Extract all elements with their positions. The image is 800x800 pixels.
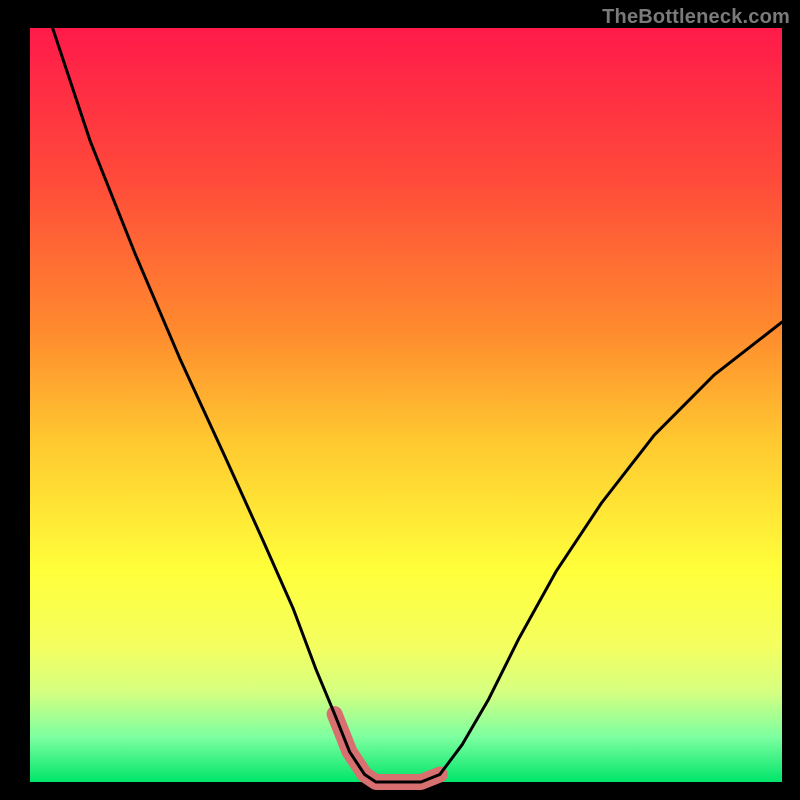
watermark-text: TheBottleneck.com: [602, 6, 790, 29]
plot-background: [30, 28, 782, 782]
chart-frame: TheBottleneck.com: [0, 0, 800, 800]
bottleneck-chart: [0, 0, 800, 800]
